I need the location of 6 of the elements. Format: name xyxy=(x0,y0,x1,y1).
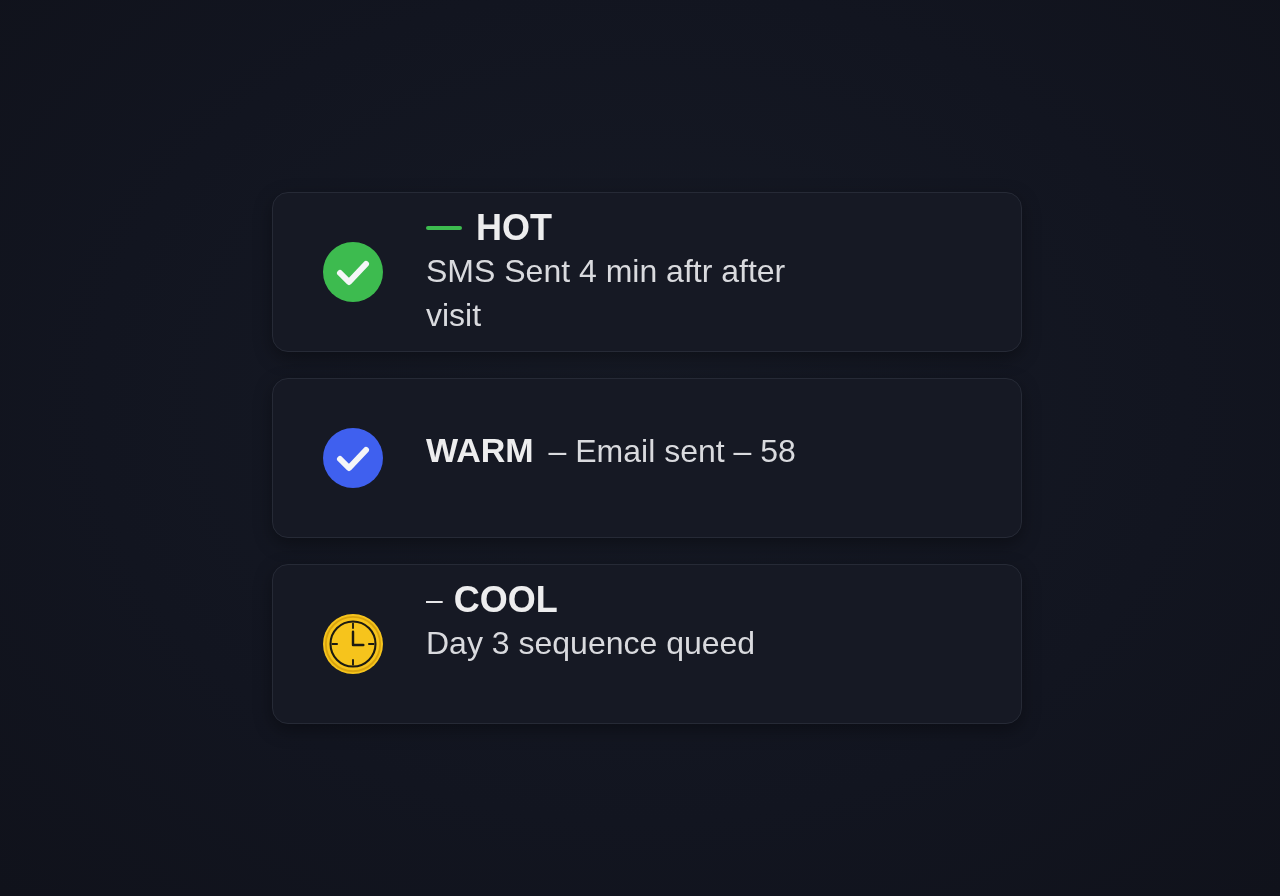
lead-tier-label: HOT xyxy=(476,207,552,249)
dash-text: – xyxy=(426,582,443,618)
lead-tier-label: COOL xyxy=(453,579,558,621)
lead-detail-text: SMS Sent 4 min aftr after visit xyxy=(426,252,787,335)
lead-detail-text: Day 3 sequence queed xyxy=(426,624,756,663)
lead-summary-text: WARM – Email sent – 58 xyxy=(426,429,796,471)
